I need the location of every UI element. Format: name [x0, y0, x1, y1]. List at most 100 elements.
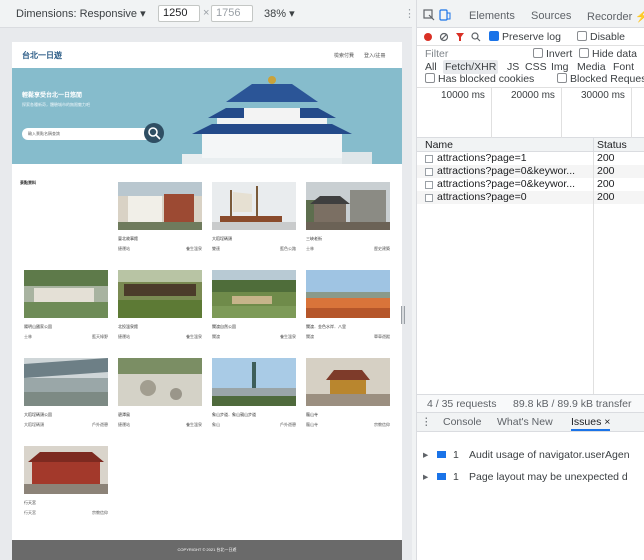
hero-search-button[interactable] — [144, 123, 164, 143]
timeline-gridline — [561, 88, 562, 138]
devtools-tabbar: Elements Sources Recorder ⚡ — [417, 0, 644, 28]
attraction-mrt: 龍山寺 — [306, 422, 318, 427]
dimensions-dropdown[interactable]: Dimensions: Responsive ▾ — [16, 7, 146, 20]
width-input[interactable]: 1250 — [158, 5, 200, 22]
preserve-log-checkbox[interactable]: Preserve log — [489, 31, 561, 43]
timeline-overview[interactable]: 10000 ms 20000 ms 30000 ms — [417, 88, 644, 138]
tab-sources[interactable]: Sources — [531, 10, 571, 22]
nav-login[interactable]: 登入/註冊 — [364, 52, 385, 59]
issue-row[interactable]: ▸ 1 Page layout may be unexpected d — [417, 470, 644, 486]
blocked-requests-checkbox[interactable]: Blocked Reques — [557, 73, 644, 85]
tab-whats-new[interactable]: What's New — [497, 416, 553, 428]
attraction-photo — [212, 270, 296, 318]
site-logo[interactable]: 台北一日遊 — [22, 50, 62, 61]
attraction-mrt: 關渡 — [212, 334, 220, 339]
tab-recorder[interactable]: Recorder ⚡ — [587, 10, 644, 23]
attraction-name: 三峽老街 — [306, 236, 322, 241]
resize-handle[interactable] — [400, 300, 406, 330]
inspect-element-icon[interactable] — [423, 9, 435, 21]
filter-input[interactable]: Filter — [425, 48, 448, 60]
drawer-tabbar: ⋮ Console What's New Issues × — [417, 412, 644, 432]
attraction-photo — [118, 182, 202, 230]
attraction-name: 陽明山國家公園 — [24, 324, 52, 329]
site-footer: COPYRIGHT © 2021 台北一日遊 — [12, 540, 402, 560]
attraction-photo — [24, 358, 108, 406]
attraction-photo — [118, 270, 202, 318]
issue-flag-icon — [437, 451, 446, 458]
hero-banner: 輕鬆享受台北一日悠閒 探索各種新奇，體驗城市的無限魅力吧 輸入景點名稱查詢 — [12, 68, 402, 164]
attraction-mrt: 捷運站 — [118, 422, 130, 427]
column-name[interactable]: Name — [425, 139, 453, 151]
table-row[interactable]: attractions?page=0&keywor... 200 — [417, 165, 644, 178]
attraction-name: 關渡．金色水岸．八里 — [306, 324, 346, 329]
checkbox-icon — [533, 48, 543, 58]
attraction-category: 戶外遊憩 — [280, 422, 296, 427]
attraction-category: 養生溫泉 — [186, 246, 202, 251]
attraction-photo — [306, 270, 390, 318]
height-input[interactable]: 1756 — [211, 5, 253, 22]
attraction-mrt: 大稻埕碼頭 — [24, 422, 44, 427]
table-row[interactable]: attractions?page=0 200 — [417, 191, 644, 204]
disable-cache-checkbox[interactable]: Disable — [577, 31, 625, 43]
site-header: 台北一日遊 檢索付費 登入/註冊 — [12, 42, 402, 68]
table-row[interactable]: attractions?page=0&keywor... 200 — [417, 178, 644, 191]
attraction-mrt: 關渡 — [306, 334, 314, 339]
preserve-log-label: Preserve log — [502, 31, 561, 43]
transfer-size: 89.8 kB / 89.9 kB transfer — [513, 398, 632, 410]
nav-booking[interactable]: 檢索付費 — [334, 52, 354, 59]
attraction-photo — [306, 358, 390, 406]
device-toggle-icon[interactable] — [439, 9, 451, 21]
issue-row[interactable]: ▸ 1 Audit usage of navigator.userAgen — [417, 448, 644, 464]
clear-icon[interactable] — [439, 32, 449, 42]
section-title: 景點資料 — [20, 180, 36, 185]
table-row[interactable]: attractions?page=1 200 — [417, 152, 644, 165]
attraction-mrt: 士林 — [306, 246, 314, 251]
has-blocked-cookies-checkbox[interactable]: Has blocked cookies — [425, 73, 534, 85]
zoom-dropdown[interactable]: 38% ▾ — [264, 7, 295, 20]
tab-console[interactable]: Console — [443, 416, 482, 428]
checkbox-icon — [577, 31, 587, 41]
attraction-category: 戶外遊憩 — [92, 422, 108, 427]
attraction-name: 行天宮 — [24, 500, 36, 505]
column-divider — [593, 152, 594, 394]
issue-text: Audit usage of navigator.userAgen — [469, 449, 630, 461]
attraction-mrt: 雙連 — [212, 246, 220, 251]
hide-data-checkbox[interactable]: Hide data — [579, 48, 637, 60]
tab-elements[interactable]: Elements — [469, 10, 515, 22]
request-name: attractions?page=1 — [437, 152, 527, 164]
expand-arrow-icon: ▸ — [423, 449, 429, 461]
blocked-filter-row: Has blocked cookies Blocked Reques — [417, 72, 644, 88]
checkbox-icon — [557, 73, 567, 83]
timeline-tick: 10000 ms — [441, 90, 485, 101]
filter-icon[interactable] — [455, 32, 465, 42]
request-name: attractions?page=0 — [437, 191, 527, 203]
document-icon — [425, 168, 433, 176]
attraction-category: 歷史建築 — [374, 246, 390, 251]
invert-label: Invert — [546, 48, 573, 60]
request-count: 4 / 35 requests — [427, 398, 497, 410]
column-status[interactable]: Status — [597, 139, 627, 151]
attraction-name: 關渡自然公園 — [212, 324, 236, 329]
network-summary-bar: 4 / 35 requests 89.8 kB / 89.9 kB transf… — [417, 394, 644, 412]
hide-data-label: Hide data — [592, 48, 637, 60]
network-toolbar: Preserve log Disable — [417, 28, 644, 46]
timeline-tick: 30000 ms — [581, 90, 625, 101]
drawer-menu-icon[interactable]: ⋮ — [421, 416, 432, 428]
hero-search-input[interactable]: 輸入景點名稱查詢 — [22, 128, 152, 140]
attraction-category: 養生溫泉 — [186, 334, 202, 339]
tab-issues[interactable]: Issues × — [571, 416, 611, 431]
invert-checkbox[interactable]: Invert — [533, 48, 572, 60]
request-status: 200 — [597, 152, 615, 164]
attraction-category: 宗教信仰 — [374, 422, 390, 427]
more-options-icon[interactable]: ⋮ — [404, 7, 415, 20]
checkbox-checked-icon — [489, 31, 499, 41]
request-status: 200 — [597, 191, 615, 203]
attraction-mrt: 行天宮 — [24, 510, 36, 515]
request-status: 200 — [597, 178, 615, 190]
search-icon[interactable] — [471, 32, 481, 42]
column-divider — [593, 138, 594, 152]
record-icon[interactable] — [423, 32, 433, 42]
attraction-category: 養生溫泉 — [186, 422, 202, 427]
attraction-category: 藍天綠野 — [92, 334, 108, 339]
requests-table-header: Name Status — [417, 138, 644, 152]
